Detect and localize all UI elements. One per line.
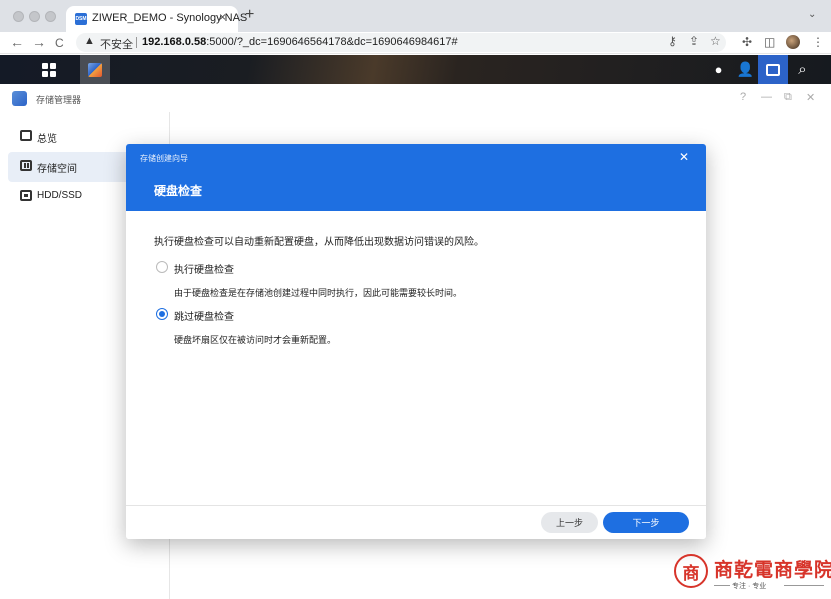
url-host: 192.168.0.58 <box>142 36 207 48</box>
insecure-label: 不安全 <box>100 39 133 51</box>
side-panel-icon[interactable]: ◫ <box>764 35 775 49</box>
browser-tab[interactable]: DSM ZIWER_DEMO - Synology NAS × <box>66 6 247 32</box>
close-window-dot[interactable] <box>13 11 24 22</box>
widgets-button[interactable] <box>758 55 788 84</box>
watermark-rule-right <box>784 585 824 586</box>
storage-app-icon <box>88 62 102 77</box>
extensions-puzzle-icon[interactable]: ✣ <box>742 35 752 49</box>
browser-menu-icon[interactable]: ⋮ <box>812 35 824 49</box>
dsm-taskbar: ● 👤 ⌕ <box>0 55 831 84</box>
watermark-slogan: 专注 · 专业 <box>732 583 767 590</box>
url-text: 192.168.0.58:5000/?_dc=1690646564178&dc=… <box>142 36 458 48</box>
app-window-header: 存储管理器 ? — ⧉ ✕ <box>0 84 831 112</box>
previous-button[interactable]: 上一步 <box>541 512 598 533</box>
close-button[interactable]: ✕ <box>806 91 815 104</box>
search-icon[interactable]: ⌕ <box>786 55 819 84</box>
intro-text: 执行硬盘检查可以自动重新配置硬盘，从而降低出现数据访问错误的风险。 <box>154 237 484 248</box>
back-button[interactable]: ← <box>10 34 24 50</box>
main-menu-button[interactable] <box>32 55 65 84</box>
browser-tab-bar: DSM ZIWER_DEMO - Synology NAS × + ⌄ <box>0 0 831 32</box>
sidebar-item-label: 存储空间 <box>37 164 77 175</box>
radio-run-disk-check[interactable] <box>156 261 168 273</box>
step-title: 硬盘检查 <box>154 184 203 198</box>
storage-icon <box>20 160 32 171</box>
minimize-button[interactable]: — <box>761 91 772 103</box>
window-title: 存储管理器 <box>36 95 82 105</box>
sidebar-item-label: 总览 <box>37 134 57 145</box>
warning-icon: ▲ <box>84 35 95 47</box>
minimize-window-dot[interactable] <box>29 11 40 22</box>
wizard-title: 存储创建向导 <box>140 154 188 163</box>
tab-search-chevron-icon[interactable]: ⌄ <box>808 9 816 20</box>
profile-avatar[interactable] <box>786 35 800 49</box>
restore-button[interactable]: ⧉ <box>784 91 792 104</box>
key-icon[interactable]: ⚷ <box>668 34 677 48</box>
option-label[interactable]: 执行硬盘检查 <box>174 261 234 276</box>
tab-close-icon[interactable]: × <box>219 10 226 24</box>
address-bar-row: ← → C ▲ 不安全 192.168.0.58:5000/?_dc=16906… <box>0 32 831 54</box>
option-label[interactable]: 跳过硬盘检查 <box>174 308 234 323</box>
sidebar-item-label: HDD/SSD <box>37 190 83 201</box>
watermark: 商 商乾電商學院 专注 · 专业 <box>672 553 831 595</box>
overview-icon <box>20 130 32 141</box>
watermark-logo-icon: 商 <box>674 554 708 588</box>
dialog-header: 存储创建向导 ✕ 硬盘检查 <box>126 144 706 211</box>
bookmark-star-icon[interactable]: ☆ <box>710 34 721 48</box>
forward-button[interactable]: → <box>32 34 46 50</box>
watermark-name: 商乾電商學院 <box>714 559 831 581</box>
new-tab-button[interactable]: + <box>245 6 254 24</box>
storage-manager-taskbar-icon[interactable] <box>80 55 110 84</box>
dsm-favicon-icon: DSM <box>75 13 87 25</box>
dialog-close-icon[interactable]: ✕ <box>679 150 689 164</box>
option-description: 硬盘坏扇区仅在被访问时才会重新配置。 <box>174 335 337 345</box>
grid-menu-icon <box>41 62 56 77</box>
next-button[interactable]: 下一步 <box>603 512 689 533</box>
hdd-icon <box>20 190 32 201</box>
zoom-window-dot[interactable] <box>45 11 56 22</box>
url-path: :5000/?_dc=1690646564178&dc=169064698461… <box>206 36 458 48</box>
dialog-footer: 上一步 下一步 <box>126 505 706 539</box>
storage-creation-wizard-dialog: 存储创建向导 ✕ 硬盘检查 执行硬盘检查可以自动重新配置硬盘，从而降低出现数据访… <box>126 144 706 539</box>
url-field[interactable]: ▲ 不安全 192.168.0.58:5000/?_dc=16906465641… <box>76 33 726 52</box>
share-icon[interactable]: ⇪ <box>689 34 699 48</box>
help-button[interactable]: ? <box>740 91 746 103</box>
widgets-icon <box>766 63 780 76</box>
watermark-rule-left <box>714 585 730 586</box>
radio-skip-disk-check[interactable] <box>156 308 168 320</box>
omnibox-divider <box>136 37 137 48</box>
option-description: 由于硬盘检查是在存储池创建过程中同时执行，因此可能需要较长时间。 <box>174 288 463 298</box>
reload-button[interactable]: C <box>55 36 64 50</box>
storage-manager-icon <box>12 91 27 106</box>
